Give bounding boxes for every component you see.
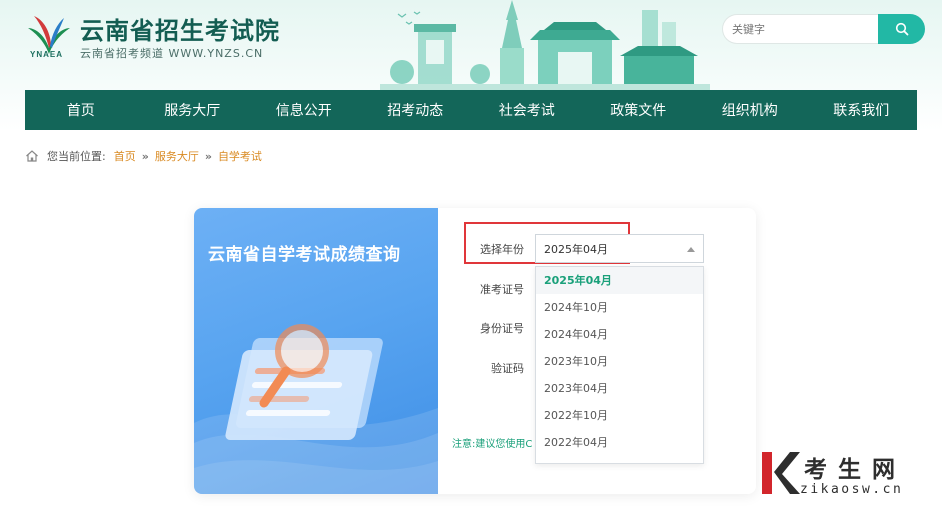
year-label: 选择年份 (480, 243, 524, 256)
breadcrumb-home[interactable]: 首页 (114, 148, 136, 164)
query-title: 云南省自学考试成绩查询 (208, 245, 401, 265)
nav-item-organization[interactable]: 组织机构 (694, 90, 806, 130)
year-select[interactable]: 2025年04月 (535, 234, 704, 263)
search-button[interactable] (878, 14, 925, 44)
watermark-url: zikaosw.cn (800, 482, 904, 497)
page: YNAEA 云南省招生考试院 云南省招考频道 WWW.YNZS.CN 关键字 首… (0, 0, 942, 509)
nav-item-social-exams[interactable]: 社会考试 (471, 90, 583, 130)
site-subtitle: 云南省招考频道 WWW.YNZS.CN (80, 47, 264, 60)
id-number-label: 身份证号 (480, 322, 524, 335)
nav-item-policy-docs[interactable]: 政策文件 (583, 90, 695, 130)
year-dropdown: 2025年04月 2024年10月 2024年04月 2023年10月 2023… (535, 266, 704, 464)
year-option[interactable]: 2024年10月 (536, 294, 703, 321)
score-query-card: 云南省自学考试成绩查询 选择年份 2025年04月 准考证号 身份证号 验证码 … (194, 208, 756, 494)
nav-item-contact[interactable]: 联系我们 (806, 90, 918, 130)
watermark: 考生网 zikaosw.cn (760, 446, 942, 509)
search-icon (895, 22, 908, 36)
magnifier-illustration (194, 324, 438, 494)
year-option[interactable]: 2023年04月 (536, 375, 703, 402)
k-logo-icon (762, 452, 800, 494)
breadcrumb-separator: » (204, 149, 212, 163)
skyline-illustration (380, 0, 710, 92)
year-option[interactable]: 2025年04月 (536, 267, 703, 294)
breadcrumb: 您当前位置: 首页 » 服务大厅 » 自学考试 (25, 148, 262, 164)
ticket-number-label: 准考证号 (480, 283, 524, 296)
year-select-value: 2025年04月 (544, 242, 608, 256)
year-option[interactable]: 2024年04月 (536, 321, 703, 348)
captcha-label: 验证码 (491, 362, 524, 375)
year-option[interactable]: 2023年10月 (536, 348, 703, 375)
breadcrumb-separator: » (141, 149, 149, 163)
nav-item-home[interactable]: 首页 (25, 90, 137, 130)
header: YNAEA 云南省招生考试院 云南省招考频道 WWW.YNZS.CN 关键字 首… (0, 0, 942, 131)
main-nav: 首页 服务大厅 信息公开 招考动态 社会考试 政策文件 组织机构 联系我们 (25, 90, 917, 130)
watermark-title: 考生网 (804, 456, 906, 483)
year-option[interactable]: 2022年10月 (536, 402, 703, 429)
nav-item-service-hall[interactable]: 服务大厅 (137, 90, 249, 130)
nav-item-admission-news[interactable]: 招考动态 (360, 90, 472, 130)
search-input[interactable] (722, 14, 882, 44)
home-icon (26, 150, 38, 162)
query-banner: 云南省自学考试成绩查询 (194, 208, 438, 494)
logo-abbreviation: YNAEA (30, 50, 64, 59)
nav-item-info-disclosure[interactable]: 信息公开 (248, 90, 360, 130)
year-option[interactable]: 2022年04月 (536, 429, 703, 456)
breadcrumb-service-hall[interactable]: 服务大厅 (155, 148, 199, 164)
breadcrumb-prefix: 您当前位置: (47, 150, 106, 163)
site-title[interactable]: 云南省招生考试院 (80, 11, 280, 46)
breadcrumb-self-study[interactable]: 自学考试 (218, 148, 262, 164)
caret-up-icon (687, 247, 695, 252)
browser-note: 注意:建议您使用C (452, 439, 533, 450)
